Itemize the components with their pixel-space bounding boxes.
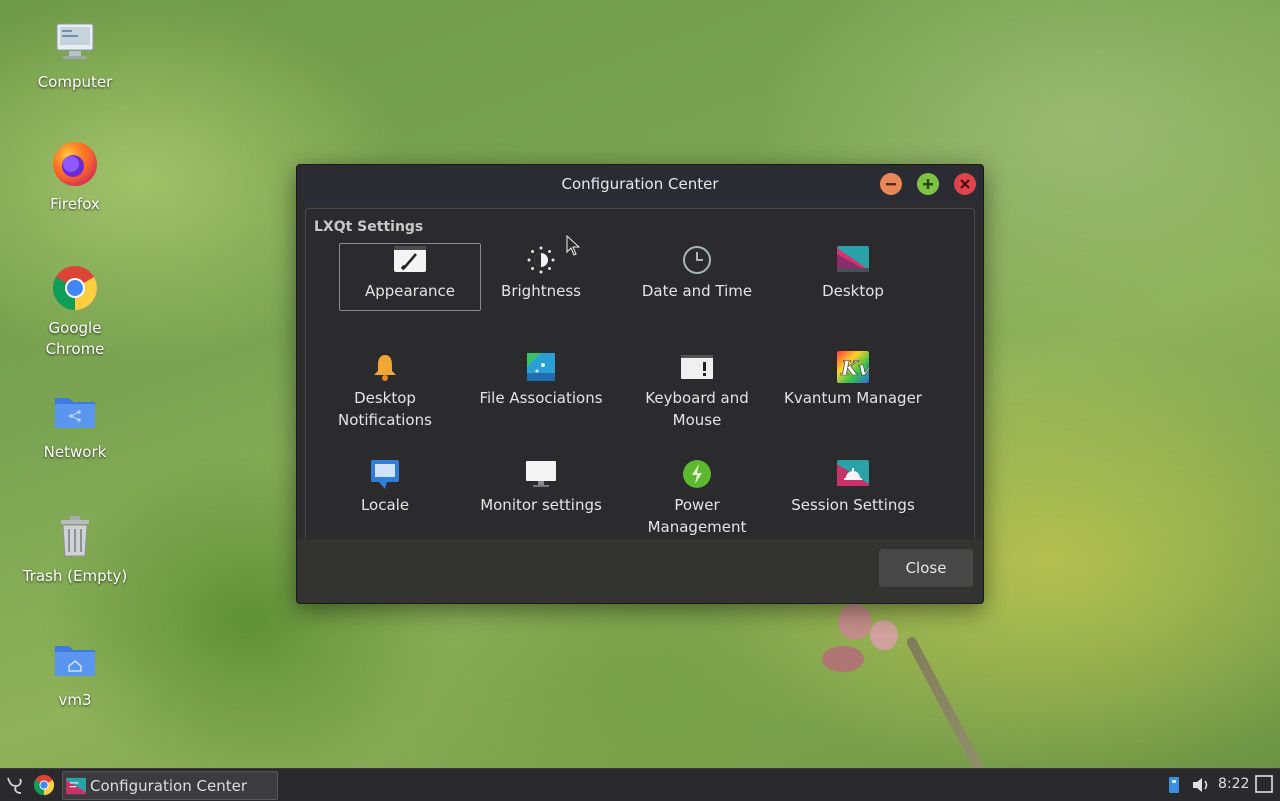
settings-item-label: Power Management [647, 496, 747, 536]
close-icon [960, 179, 970, 189]
desktop-icon-label: Computer [37, 73, 113, 91]
settings-item-desktop[interactable]: Desktop [783, 244, 923, 314]
keyboard-icon [681, 351, 713, 383]
settings-item-label: Appearance [364, 282, 456, 300]
settings-item-desktop-notifications[interactable]: Desktop Notifications [315, 351, 455, 441]
close-window-button[interactable] [954, 173, 976, 195]
brightness-icon [525, 244, 557, 276]
clock-icon [681, 244, 713, 276]
taskbar-window-button[interactable]: Configuration Center [62, 771, 278, 800]
desktop-icon-google-chrome[interactable]: Google Chrome [10, 264, 140, 360]
file-associations-icon [525, 351, 557, 383]
settings-item-label: Kvantum Manager [784, 389, 922, 407]
bell-icon [369, 351, 401, 383]
configuration-center-window: Configuration Center LXQt Settings Appea… [296, 164, 984, 604]
settings-item-label: Desktop [822, 282, 884, 300]
desktop-icon [837, 244, 869, 276]
settings-item-brightness[interactable]: Brightness [471, 244, 611, 314]
chrome-icon [51, 264, 99, 312]
lxqt-logo-icon [7, 777, 22, 794]
desktop-icon-label: Firefox [50, 195, 100, 213]
settings-item-label: Locale [360, 496, 410, 514]
svg-text:Kv: Kv [840, 356, 869, 380]
computer-icon [51, 18, 99, 66]
volume-icon[interactable] [1190, 774, 1212, 796]
window-titlebar[interactable]: Configuration Center [297, 165, 983, 203]
settings-item-kvantum-manager[interactable]: Kv Kvantum Manager [783, 351, 923, 421]
desktop-icon-vm3[interactable]: vm3 [10, 636, 140, 711]
trash-icon [51, 512, 99, 560]
desktop-icon-label: Google Chrome [45, 319, 105, 358]
desktop-icon-firefox[interactable]: Firefox [10, 140, 140, 215]
chrome-launcher[interactable] [33, 774, 55, 796]
mouse-cursor-icon [566, 234, 581, 261]
settings-item-appearance[interactable]: Appearance [339, 243, 481, 311]
blossom-bud [870, 620, 898, 650]
settings-item-date-and-time[interactable]: Date and Time [627, 244, 767, 314]
locale-icon [369, 458, 401, 490]
desktop-icon-computer[interactable]: Computer [10, 18, 140, 93]
settings-item-label: File Associations [479, 389, 603, 407]
settings-item-keyboard-and-mouse[interactable]: Keyboard and Mouse [627, 351, 767, 441]
desktop-icon-label: Trash (Empty) [22, 567, 128, 585]
monitor-icon [525, 458, 557, 490]
minimize-icon [886, 183, 896, 186]
power-icon [681, 458, 713, 490]
tray-device-icon[interactable] [1163, 774, 1185, 796]
settings-item-label: Session Settings [791, 496, 915, 514]
blossom-bud [838, 604, 872, 640]
settings-item-session-settings[interactable]: Session Settings [783, 458, 923, 528]
close-button[interactable]: Close [879, 549, 973, 587]
session-icon [837, 458, 869, 490]
configuration-center-icon [66, 777, 86, 794]
settings-item-label: Desktop Notifications [338, 389, 432, 429]
show-desktop-button[interactable] [1254, 774, 1276, 796]
appearance-icon [394, 244, 426, 276]
maximize-icon [923, 179, 933, 189]
settings-group-label: LXQt Settings [314, 219, 424, 235]
settings-item-locale[interactable]: Locale [315, 458, 455, 528]
desktop-icon-label: vm3 [58, 691, 92, 709]
start-menu-button[interactable] [4, 774, 26, 796]
taskbar: Configuration Center 8:22 [0, 768, 1280, 801]
clock[interactable]: 8:22 [1218, 776, 1249, 792]
blossom-bud [822, 646, 864, 672]
show-desktop-icon [1255, 775, 1273, 793]
settings-item-label: Date and Time [641, 282, 753, 300]
desktop-icon-network[interactable]: Network [10, 388, 140, 463]
settings-item-monitor-settings[interactable]: Monitor settings [471, 458, 611, 528]
settings-panel: LXQt Settings Appearance Brightness Date… [305, 208, 975, 539]
desktop-icon-trash[interactable]: Trash (Empty) [10, 512, 140, 587]
kvantum-icon: Kv [837, 351, 871, 383]
network-folder-icon [51, 388, 99, 436]
settings-item-label: Monitor settings [480, 496, 602, 514]
settings-item-power-management[interactable]: Power Management [627, 458, 767, 548]
settings-item-file-associations[interactable]: File Associations [471, 351, 611, 421]
maximize-button[interactable] [917, 173, 939, 195]
settings-item-label: Brightness [501, 282, 581, 300]
window-footer: Close [297, 539, 983, 603]
desktop-icon-label: Network [43, 443, 107, 461]
branch-decoration [905, 635, 994, 768]
home-folder-icon [51, 636, 99, 684]
chrome-icon [33, 774, 55, 796]
taskbar-window-label: Configuration Center [90, 776, 247, 795]
firefox-icon [51, 140, 99, 188]
settings-item-label: Keyboard and Mouse [645, 389, 749, 429]
minimize-button[interactable] [880, 173, 902, 195]
